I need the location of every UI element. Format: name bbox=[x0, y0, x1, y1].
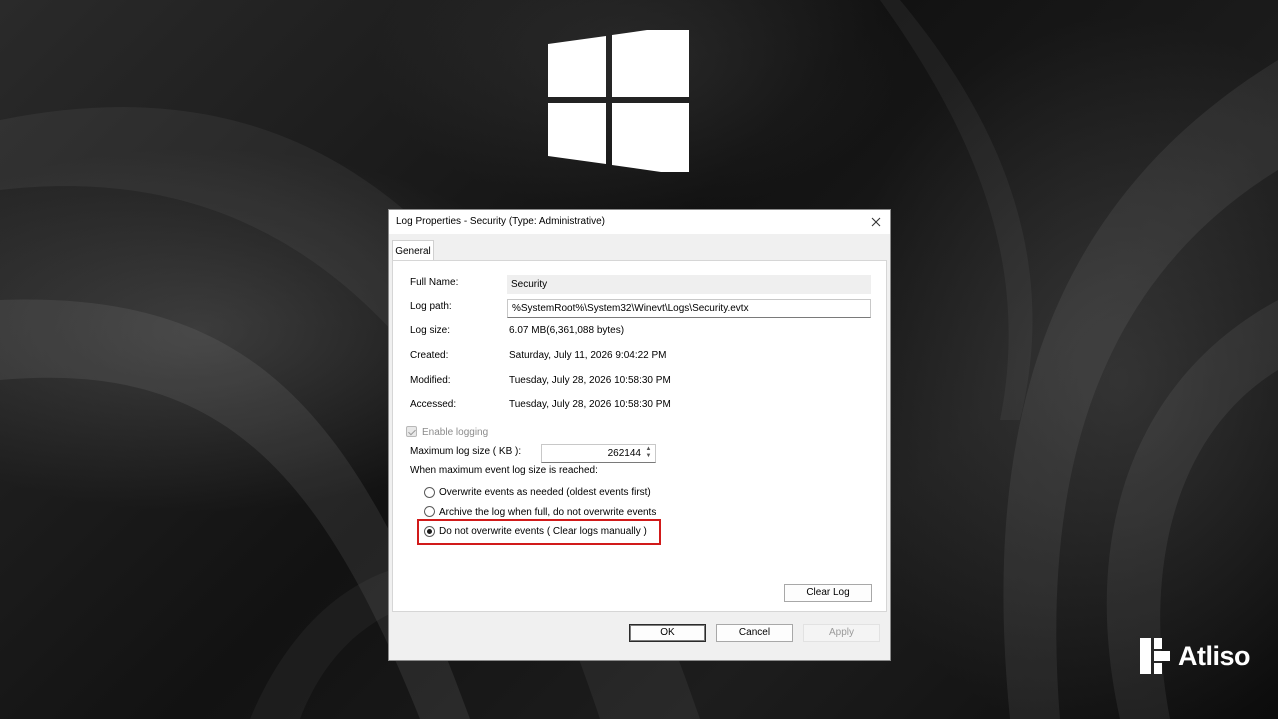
apply-button[interactable]: Apply bbox=[803, 624, 880, 642]
full-name-value: Security bbox=[511, 279, 548, 290]
max-log-size-stepper[interactable]: 262144 ▲ ▼ bbox=[541, 444, 656, 463]
max-log-size-value: 262144 bbox=[607, 448, 641, 459]
spin-buttons: ▲ ▼ bbox=[643, 446, 654, 461]
cancel-button[interactable]: Cancel bbox=[716, 624, 793, 642]
enable-logging-label: Enable logging bbox=[422, 427, 489, 438]
log-path-label: Log path: bbox=[410, 301, 452, 312]
dialog-title: Log Properties - Security (Type: Adminis… bbox=[396, 216, 605, 227]
clear-log-button[interactable]: Clear Log bbox=[784, 584, 872, 602]
atliso-logo-icon bbox=[1140, 638, 1170, 674]
created-label: Created: bbox=[410, 350, 449, 361]
log-size-label: Log size: bbox=[410, 325, 451, 336]
title-bar: Log Properties - Security (Type: Adminis… bbox=[389, 210, 890, 234]
tab-strip: General bbox=[389, 234, 890, 261]
close-button[interactable] bbox=[866, 212, 886, 232]
log-path-value: %SystemRoot%\System32\Winevt\Logs\Securi… bbox=[512, 303, 749, 314]
spin-up-icon[interactable]: ▲ bbox=[643, 446, 654, 453]
full-name-label: Full Name: bbox=[410, 277, 459, 288]
log-path-field[interactable]: %SystemRoot%\System32\Winevt\Logs\Securi… bbox=[507, 299, 871, 318]
close-icon bbox=[871, 217, 881, 227]
accessed-label: Accessed: bbox=[410, 399, 457, 410]
brand-name: Atliso bbox=[1178, 640, 1251, 671]
brand-watermark: Atliso bbox=[1140, 638, 1251, 674]
overwrite-as-needed-label[interactable]: Overwrite events as needed (oldest event… bbox=[439, 487, 651, 498]
overwrite-as-needed-radio[interactable] bbox=[424, 487, 435, 498]
general-panel: Full Name: Security Log path: %SystemRoo… bbox=[392, 260, 887, 612]
modified-value: Tuesday, July 28, 2026 10:58:30 PM bbox=[509, 375, 671, 386]
archive-when-full-label[interactable]: Archive the log when full, do not overwr… bbox=[439, 507, 656, 518]
windows-logo-icon bbox=[548, 30, 689, 172]
enable-logging-checkbox[interactable] bbox=[406, 426, 417, 437]
log-properties-dialog: Log Properties - Security (Type: Adminis… bbox=[388, 209, 891, 661]
spin-down-icon[interactable]: ▼ bbox=[643, 453, 654, 460]
full-name-field: Security bbox=[507, 275, 871, 294]
max-log-size-label: Maximum log size ( KB ): bbox=[410, 446, 522, 457]
created-value: Saturday, July 11, 2026 9:04:22 PM bbox=[509, 350, 667, 361]
do-not-overwrite-label[interactable]: Do not overwrite events ( Clear logs man… bbox=[439, 526, 647, 537]
accessed-value: Tuesday, July 28, 2026 10:58:30 PM bbox=[509, 399, 671, 410]
do-not-overwrite-radio[interactable] bbox=[424, 526, 435, 537]
archive-when-full-radio[interactable] bbox=[424, 506, 435, 517]
when-reached-label: When maximum event log size is reached: bbox=[410, 465, 598, 476]
modified-label: Modified: bbox=[410, 375, 451, 386]
tab-general[interactable]: General bbox=[392, 240, 434, 261]
ok-button[interactable]: OK bbox=[629, 624, 706, 642]
log-size-value: 6.07 MB(6,361,088 bytes) bbox=[509, 325, 625, 336]
